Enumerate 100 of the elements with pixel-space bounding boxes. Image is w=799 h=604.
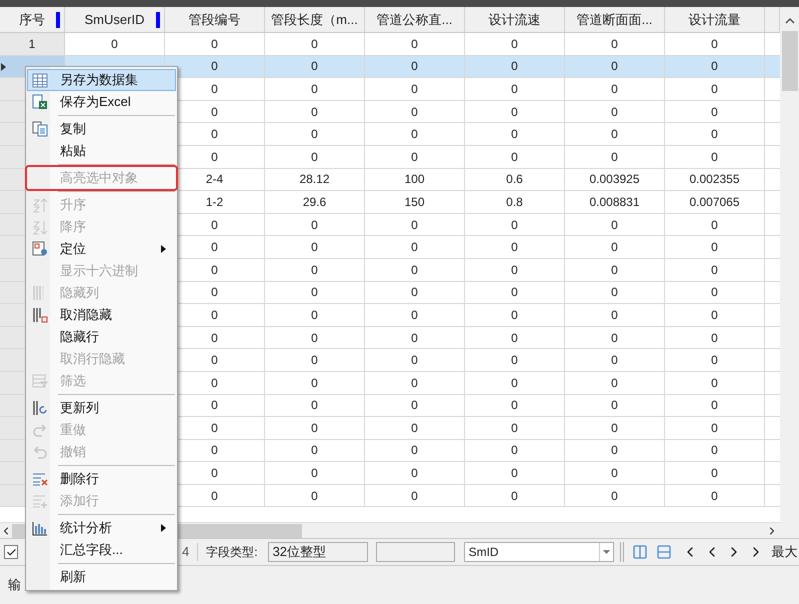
table-cell: 0 xyxy=(465,123,565,145)
table-cell: 0 xyxy=(565,214,665,236)
table-cell: 0 xyxy=(565,78,665,100)
table-cell: 29.6 xyxy=(265,191,365,213)
table-cell: 0 xyxy=(365,372,465,394)
table-cell: 0 xyxy=(365,100,465,122)
table-cell: 0 xyxy=(565,304,665,326)
table-cell: 0 xyxy=(265,123,365,145)
table-cell: 0 xyxy=(265,372,365,394)
table-cell: 0 xyxy=(265,326,365,348)
table-cell: 0 xyxy=(665,440,765,462)
table-cell: 0 xyxy=(265,304,365,326)
table-cell: 0 xyxy=(265,282,365,304)
table-cell: 0 xyxy=(565,146,665,168)
table-cell: 0 xyxy=(465,326,565,348)
table-cell: 0 xyxy=(665,372,765,394)
table-cell: 0 xyxy=(565,100,665,122)
table-cell: 0 xyxy=(165,33,265,55)
table-cell: 0 xyxy=(265,146,365,168)
table-cell: 0 xyxy=(565,33,665,55)
table-cell: 0 xyxy=(465,304,565,326)
table-cell: 0 xyxy=(265,100,365,122)
table-cell: 0 xyxy=(565,349,665,371)
table-cell: 0 xyxy=(265,462,365,484)
table-cell: 0 xyxy=(665,146,765,168)
table-cell: 0 xyxy=(365,462,465,484)
table-cell: 0 xyxy=(265,214,365,236)
field-type-field: 32位整型 xyxy=(268,542,368,562)
table-cell: 0 xyxy=(465,462,565,484)
table-cell: 0 xyxy=(665,56,765,78)
table-cell: 0 xyxy=(65,33,165,55)
table-cell: 0.007065 xyxy=(665,191,765,213)
table-cell: 100 xyxy=(365,168,465,190)
table-cell: 0 xyxy=(465,282,565,304)
table-cell: 0 xyxy=(665,123,765,145)
table-cell: 0 xyxy=(565,326,665,348)
table-cell: 0 xyxy=(365,33,465,55)
table-cell: 0 xyxy=(265,394,365,416)
table-cell: 0 xyxy=(265,56,365,78)
table-cell: 0 xyxy=(265,236,365,258)
table-cell: 0 xyxy=(265,349,365,371)
table-cell: 0 xyxy=(465,417,565,439)
table-cell: 0 xyxy=(665,462,765,484)
table-cell: 0 xyxy=(465,394,565,416)
table-cell: 0 xyxy=(665,282,765,304)
table-cell: 0 xyxy=(265,417,365,439)
table-cell: 0 xyxy=(465,78,565,100)
table-cell: 0 xyxy=(465,214,565,236)
table-cell: 0 xyxy=(665,258,765,281)
table-cell: 0 xyxy=(665,100,765,122)
table-cell: 0 xyxy=(665,214,765,236)
table-cell: 0 xyxy=(465,100,565,122)
table-cell: 0 xyxy=(265,440,365,462)
table-cell: 150 xyxy=(365,191,465,213)
max-label: 最大 xyxy=(772,543,798,562)
table-cell: 0 xyxy=(465,33,565,55)
table-cell: 0 xyxy=(665,304,765,326)
table-cell: 28.12 xyxy=(265,168,365,190)
table-cell: 0 xyxy=(665,484,765,506)
table-cell: 0 xyxy=(365,304,465,326)
table-cell: 0 xyxy=(465,236,565,258)
table-cell: 0 xyxy=(365,394,465,416)
table-cell: 0 xyxy=(465,56,565,78)
table-cell: 0 xyxy=(465,440,565,462)
field-type-label: 字段类型: xyxy=(197,543,258,561)
table-cell: 0 xyxy=(665,78,765,100)
record-count: 4 xyxy=(182,543,190,562)
table-cell: 0 xyxy=(565,56,665,78)
table-cell: 0 xyxy=(365,349,465,371)
table-cell: 0 xyxy=(365,326,465,348)
table-cell: 0 xyxy=(565,372,665,394)
table-cell: 0.003925 xyxy=(565,168,665,190)
table-cell: 0 xyxy=(665,417,765,439)
table-cell: 0 xyxy=(565,258,665,281)
table-cell: 0 xyxy=(565,282,665,304)
table-cell: 0 xyxy=(365,56,465,78)
table-cell: 0 xyxy=(665,349,765,371)
table-cell: 0 xyxy=(365,214,465,236)
table-cell: 0.002355 xyxy=(665,168,765,190)
table-cell: 0 xyxy=(265,484,365,506)
table-cell: 0 xyxy=(665,394,765,416)
table-cell: 0 xyxy=(365,146,465,168)
table-cell: 0 xyxy=(565,236,665,258)
table-cell: 0 xyxy=(365,123,465,145)
table-cell: 0 xyxy=(265,258,365,281)
table-cell: 0.8 xyxy=(465,191,565,213)
table-cell: 0 xyxy=(665,236,765,258)
table-cell: 0 xyxy=(565,484,665,506)
table-cell: 0 xyxy=(565,462,665,484)
table-cell: 0 xyxy=(665,326,765,348)
table-cell: 0 xyxy=(565,394,665,416)
table-cell: 0 xyxy=(465,258,565,281)
table-cell: 0.008831 xyxy=(565,191,665,213)
table-cell: 0 xyxy=(565,440,665,462)
table-cell: 0 xyxy=(465,372,565,394)
table-cell: 0 xyxy=(465,349,565,371)
table-cell: 0.6 xyxy=(465,168,565,190)
table-cell: 0 xyxy=(365,282,465,304)
table-cell: 0 xyxy=(265,33,365,55)
table-cell: 0 xyxy=(465,146,565,168)
